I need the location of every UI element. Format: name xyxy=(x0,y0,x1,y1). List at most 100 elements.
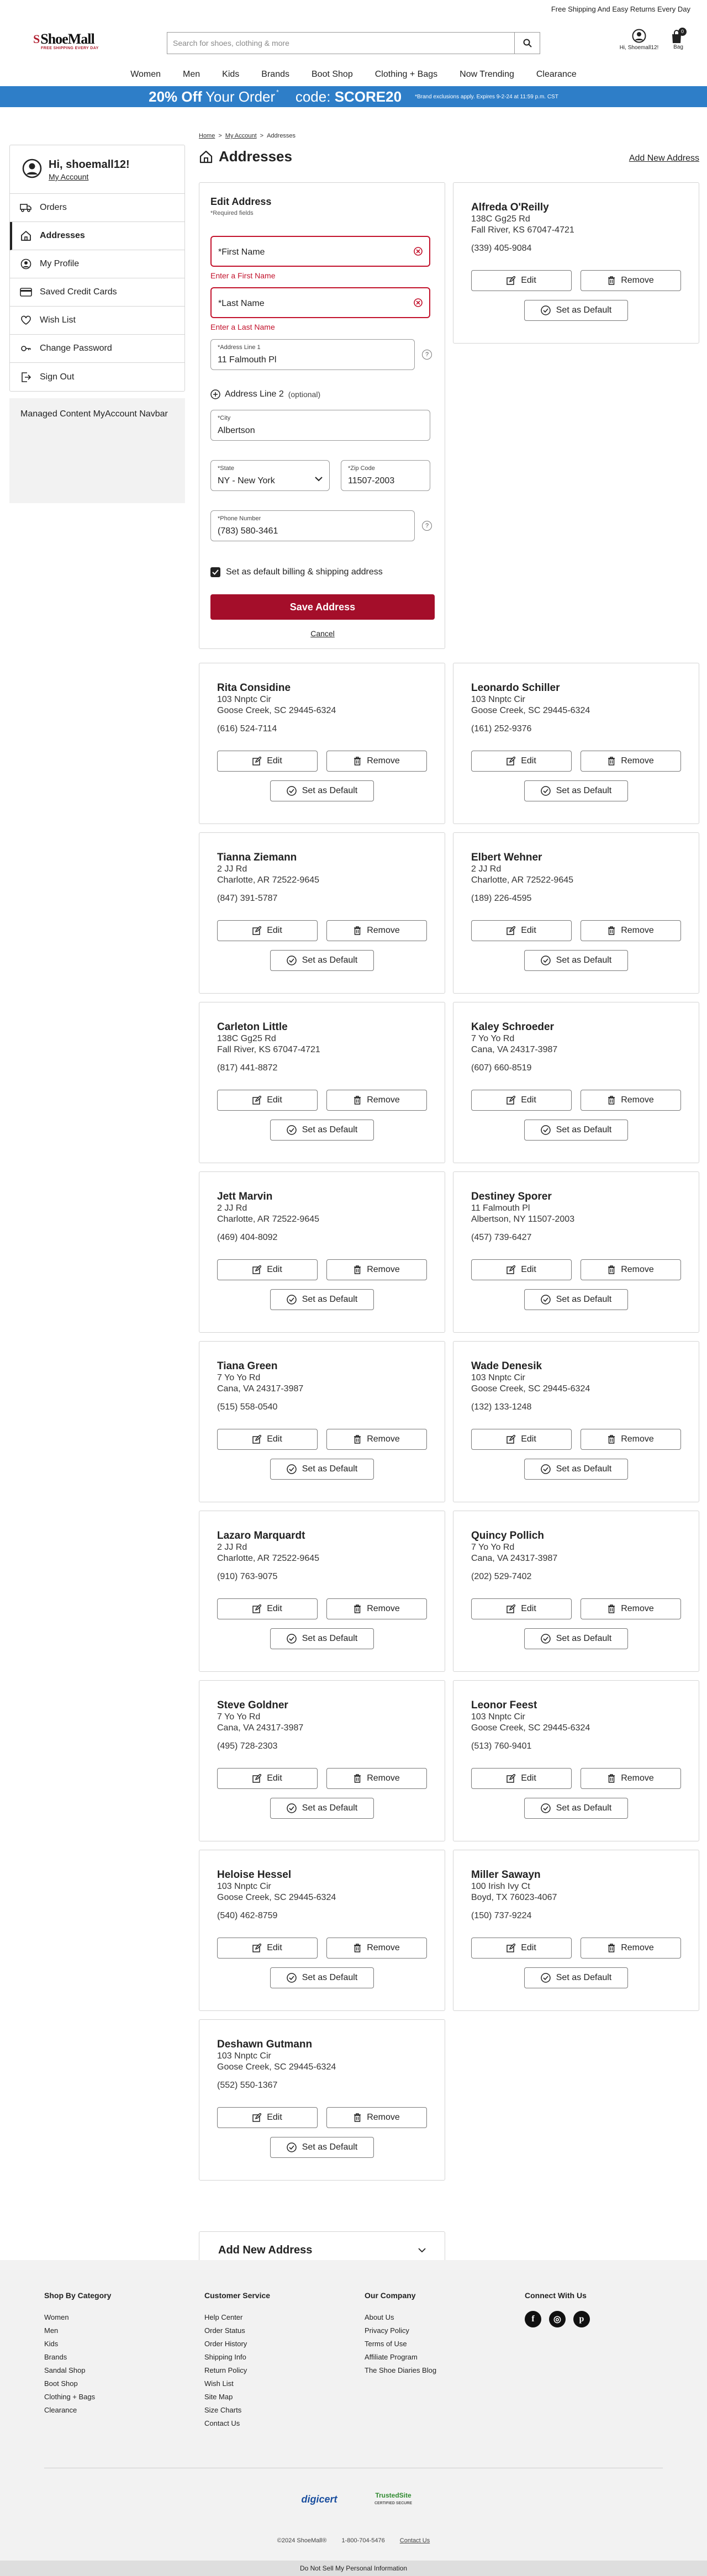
footer-link[interactable]: Order History xyxy=(204,2337,365,2351)
remove-address-button[interactable]: Remove xyxy=(581,920,681,941)
sidebar-item-change-password[interactable]: Change Password xyxy=(10,335,184,363)
footer-link[interactable]: Size Charts xyxy=(204,2404,365,2417)
edit-address-button[interactable]: Edit xyxy=(471,1938,572,1959)
remove-address-button[interactable]: Remove xyxy=(326,1259,427,1280)
address-line-1-field[interactable]: *Address Line 1 11 Falmouth Pl xyxy=(210,339,415,370)
bag-button[interactable]: 0 Bag xyxy=(668,28,688,50)
nav-item-boot-shop[interactable]: Boot Shop xyxy=(300,70,364,80)
footer-link[interactable]: Privacy Policy xyxy=(365,2324,525,2337)
last-name-field[interactable]: *Last Name xyxy=(210,287,430,318)
edit-address-button[interactable]: Edit xyxy=(471,1429,572,1450)
footer-link[interactable]: Sandal Shop xyxy=(44,2364,204,2377)
remove-address-button[interactable]: Remove xyxy=(326,1429,427,1450)
help-icon[interactable]: ? xyxy=(422,350,432,360)
edit-address-button[interactable]: Edit xyxy=(217,1768,318,1789)
first-name-field[interactable]: *First Name xyxy=(210,236,430,267)
set-default-button[interactable]: Set as Default xyxy=(524,1967,628,1988)
nav-item-men[interactable]: Men xyxy=(172,70,211,80)
edit-address-button[interactable]: Edit xyxy=(471,920,572,941)
sidebar-item-saved-credit-cards[interactable]: Saved Credit Cards xyxy=(10,278,184,307)
sidebar-item-orders[interactable]: Orders xyxy=(10,194,184,222)
remove-address-button[interactable]: Remove xyxy=(326,1090,427,1111)
footer-link[interactable]: Terms of Use xyxy=(365,2337,525,2351)
shoemall-logo[interactable]: S ShoeMall FREE SHIPPING EVERY DAY xyxy=(33,31,122,53)
footer-link[interactable]: Order Status xyxy=(204,2324,365,2337)
edit-address-button[interactable]: Edit xyxy=(217,1938,318,1959)
edit-address-button[interactable]: Edit xyxy=(471,1598,572,1619)
do-not-sell-link[interactable]: Do Not Sell My Personal Information xyxy=(0,2561,707,2576)
footer-link[interactable]: About Us xyxy=(365,2311,525,2324)
remove-address-button[interactable]: Remove xyxy=(326,2107,427,2128)
set-default-button[interactable]: Set as Default xyxy=(270,1289,374,1310)
edit-address-button[interactable]: Edit xyxy=(217,1259,318,1280)
add-new-address-link[interactable]: Add New Address xyxy=(629,154,699,163)
nav-item-women[interactable]: Women xyxy=(119,70,172,80)
address-line-2-toggle[interactable]: Address Line 2 (optional) xyxy=(210,389,320,399)
trustedsite-badge[interactable]: TrustedSite CERTIFIED SECURE xyxy=(368,2485,418,2513)
remove-address-button[interactable]: Remove xyxy=(581,1090,681,1111)
remove-address-button[interactable]: Remove xyxy=(581,1938,681,1959)
footer-link[interactable]: Wish List xyxy=(204,2377,365,2390)
edit-address-button[interactable]: Edit xyxy=(217,920,318,941)
edit-address-button[interactable]: Edit xyxy=(217,2107,318,2128)
set-default-button[interactable]: Set as Default xyxy=(270,1459,374,1480)
remove-address-button[interactable]: Remove xyxy=(581,270,681,291)
city-field[interactable]: *City Albertson xyxy=(210,410,430,441)
state-select[interactable]: *State NY - New York xyxy=(210,460,330,491)
instagram-icon[interactable]: ◎ xyxy=(549,2311,566,2327)
nav-item-now-trending[interactable]: Now Trending xyxy=(449,70,525,80)
remove-address-button[interactable]: Remove xyxy=(326,1598,427,1619)
set-default-button[interactable]: Set as Default xyxy=(524,1628,628,1649)
pinterest-icon[interactable]: p xyxy=(573,2311,590,2327)
nav-item-kids[interactable]: Kids xyxy=(211,70,250,80)
edit-address-button[interactable]: Edit xyxy=(471,1090,572,1111)
edit-address-button[interactable]: Edit xyxy=(471,1768,572,1789)
set-default-button[interactable]: Set as Default xyxy=(524,1289,628,1310)
set-default-button[interactable]: Set as Default xyxy=(270,2137,374,2158)
search-input[interactable] xyxy=(167,33,514,54)
sidebar-item-wish-list[interactable]: Wish List xyxy=(10,307,184,335)
remove-address-button[interactable]: Remove xyxy=(581,1768,681,1789)
nav-item-brands[interactable]: Brands xyxy=(250,70,300,80)
footer-link[interactable]: Clearance xyxy=(44,2404,204,2417)
search-button[interactable] xyxy=(514,33,540,54)
clear-error-icon[interactable] xyxy=(414,298,423,307)
sidebar-item-sign-out[interactable]: Sign Out xyxy=(10,363,184,391)
remove-address-button[interactable]: Remove xyxy=(326,920,427,941)
promo-banner[interactable]: 20% Off Your Order * code: SCORE20 *Bran… xyxy=(0,86,707,107)
my-account-link[interactable]: My Account xyxy=(49,172,130,181)
save-address-button[interactable]: Save Address xyxy=(210,594,435,620)
edit-address-button[interactable]: Edit xyxy=(471,1259,572,1280)
edit-address-button[interactable]: Edit xyxy=(471,270,572,291)
set-default-button[interactable]: Set as Default xyxy=(524,1459,628,1480)
remove-address-button[interactable]: Remove xyxy=(326,1768,427,1789)
footer-link[interactable]: Affiliate Program xyxy=(365,2351,525,2364)
set-default-button[interactable]: Set as Default xyxy=(524,1798,628,1819)
clear-error-icon[interactable] xyxy=(414,247,423,256)
edit-address-button[interactable]: Edit xyxy=(471,751,572,772)
remove-address-button[interactable]: Remove xyxy=(581,1259,681,1280)
edit-address-button[interactable]: Edit xyxy=(217,1090,318,1111)
breadcrumb-home[interactable]: Home xyxy=(199,133,215,139)
footer-link[interactable]: Contact Us xyxy=(204,2417,365,2430)
footer-contact-link[interactable]: Contact Us xyxy=(400,2537,430,2544)
footer-phone[interactable]: 1-800-704-5476 xyxy=(341,2537,384,2544)
facebook-icon[interactable]: f xyxy=(525,2311,541,2327)
remove-address-button[interactable]: Remove xyxy=(581,751,681,772)
sidebar-item-addresses[interactable]: Addresses xyxy=(10,222,184,250)
edit-address-button[interactable]: Edit xyxy=(217,1429,318,1450)
edit-address-button[interactable]: Edit xyxy=(217,751,318,772)
zip-code-field[interactable]: *Zip Code 11507-2003 xyxy=(341,460,430,491)
set-default-button[interactable]: Set as Default xyxy=(524,1120,628,1141)
footer-link[interactable]: Site Map xyxy=(204,2390,365,2404)
footer-link[interactable]: Help Center xyxy=(204,2311,365,2324)
footer-link[interactable]: The Shoe Diaries Blog xyxy=(365,2364,525,2377)
phone-field[interactable]: *Phone Number (783) 580-3461 xyxy=(210,510,415,541)
footer-link[interactable]: Women xyxy=(44,2311,204,2324)
cancel-link[interactable]: Cancel xyxy=(199,629,446,638)
remove-address-button[interactable]: Remove xyxy=(326,1938,427,1959)
footer-link[interactable]: Shipping Info xyxy=(204,2351,365,2364)
set-default-button[interactable]: Set as Default xyxy=(524,950,628,971)
set-default-button[interactable]: Set as Default xyxy=(270,1798,374,1819)
help-icon[interactable]: ? xyxy=(422,521,432,531)
